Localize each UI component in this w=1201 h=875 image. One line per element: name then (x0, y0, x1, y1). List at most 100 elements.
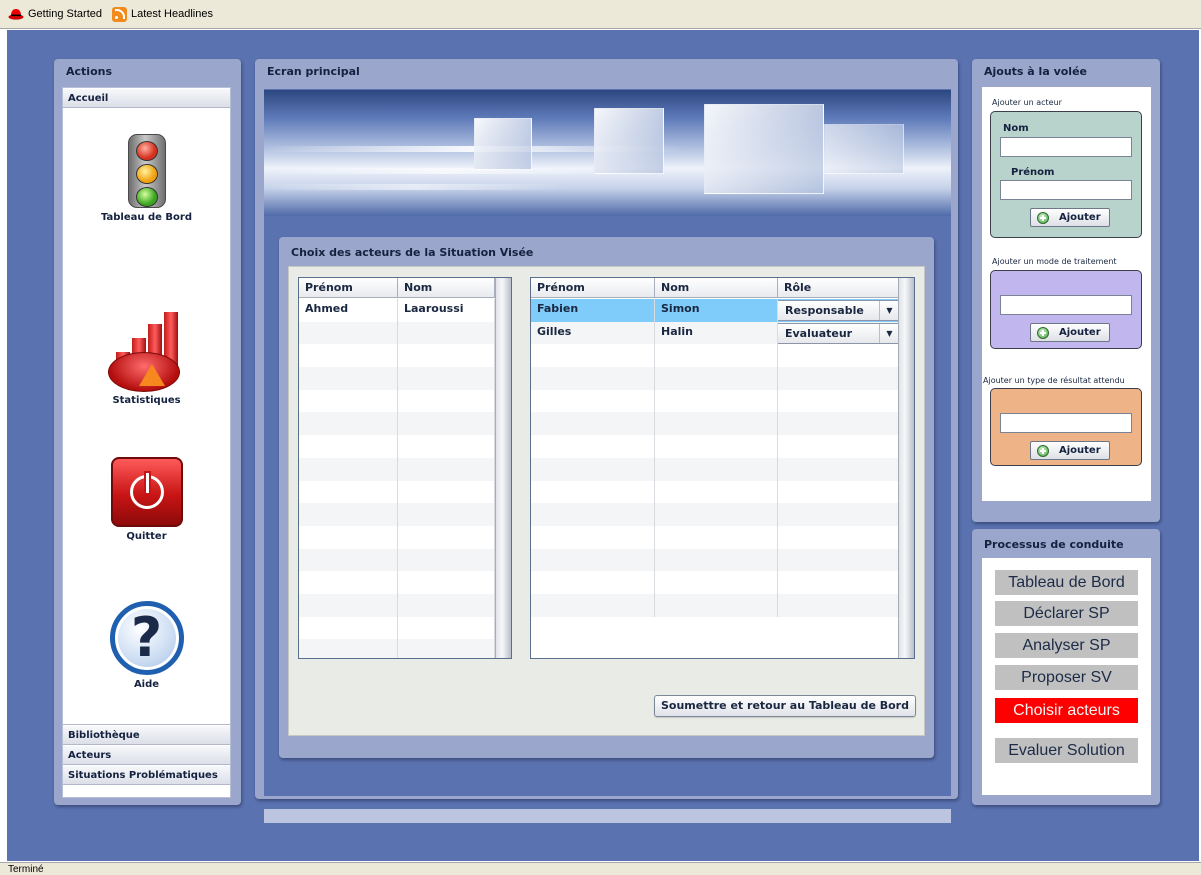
cell-prenom (299, 571, 398, 594)
treatment-input[interactable] (1000, 295, 1132, 315)
table-row[interactable] (299, 367, 511, 390)
process-step-choisir-acteurs[interactable]: Choisir acteurs (995, 698, 1138, 723)
action-tableau-de-bord[interactable]: Tableau de Bord (63, 134, 230, 223)
cell-prenom (299, 593, 398, 617)
available-actors-grid[interactable]: Prénom Nom Ahmed Laaroussi (298, 277, 512, 659)
action-label: Statistiques (112, 395, 181, 406)
add-treatment-button[interactable]: Ajouter (1030, 323, 1110, 342)
cell-prenom (531, 435, 655, 458)
table-row[interactable]: Fabien Simon Responsable ▼ (531, 299, 914, 322)
table-row[interactable] (531, 525, 914, 549)
column-header-prenom[interactable]: Prénom (531, 278, 655, 298)
add-actor-button[interactable]: Ajouter (1030, 208, 1110, 227)
cell-prenom (299, 548, 398, 572)
redhat-icon (8, 9, 24, 20)
process-step-analyser-sp[interactable]: Analyser SP (995, 633, 1138, 658)
process-step-d-clarer-sp[interactable]: Déclarer SP (995, 601, 1138, 626)
column-header-nom[interactable]: Nom (398, 278, 495, 298)
cell-nom: Simon (655, 299, 778, 322)
column-header-nom[interactable]: Nom (655, 278, 778, 298)
table-row[interactable] (531, 367, 914, 390)
table-row[interactable] (299, 435, 511, 458)
process-step-evaluer-solution[interactable]: Evaluer Solution (995, 738, 1138, 763)
table-row[interactable] (531, 548, 914, 572)
cell-nom (398, 389, 495, 413)
table-row[interactable] (299, 593, 511, 617)
banner-image (264, 90, 951, 216)
submit-return-button[interactable]: Soumettre et retour au Tableau de Bord (654, 695, 916, 717)
add-result-button[interactable]: Ajouter (1030, 441, 1110, 460)
cell-nom (398, 616, 495, 640)
column-header-role[interactable]: Rôle (778, 278, 900, 298)
cell-nom (655, 389, 778, 413)
cell-prenom (299, 435, 398, 458)
grid-scrollbar[interactable] (898, 278, 914, 658)
selected-actors-grid[interactable]: Prénom Nom Rôle Fabien Simon Responsable ▼ G… (530, 277, 915, 659)
table-row[interactable] (299, 344, 511, 368)
chevron-down-icon[interactable]: ▼ (879, 323, 899, 343)
table-row[interactable] (531, 389, 914, 413)
table-row[interactable] (299, 321, 511, 345)
bookmarks-toolbar: Getting Started Latest Headlines (0, 0, 1201, 29)
quick-add-title: Ajouts à la volée (984, 65, 1088, 78)
role-dropdown-value: Responsable (785, 304, 864, 317)
process-step-tableau-de-bord[interactable]: Tableau de Bord (995, 570, 1138, 595)
table-row[interactable] (531, 571, 914, 594)
cell-role (778, 525, 900, 549)
cell-prenom (299, 321, 398, 345)
table-row[interactable] (299, 571, 511, 594)
table-row[interactable] (299, 548, 511, 572)
result-input[interactable] (1000, 413, 1132, 433)
table-row[interactable] (531, 593, 914, 617)
accordion-header-accueil[interactable]: Accueil (63, 88, 230, 108)
cell-prenom (299, 389, 398, 413)
process-step-proposer-sv[interactable]: Proposer SV (995, 665, 1138, 690)
table-row[interactable] (531, 344, 914, 368)
table-row[interactable] (299, 503, 511, 526)
table-row[interactable] (531, 480, 914, 504)
table-row[interactable]: Ahmed Laaroussi (299, 299, 511, 322)
grid-scrollbar[interactable] (495, 278, 511, 658)
cell-nom (655, 593, 778, 617)
accordion-header-bibliotheque[interactable]: Bibliothèque (63, 725, 230, 745)
table-row[interactable]: Gilles Halin Evaluateur ▼ (531, 321, 914, 345)
bookmark-latest-headlines[interactable]: Latest Headlines (112, 6, 213, 22)
column-header-prenom[interactable]: Prénom (299, 278, 398, 298)
cell-nom (398, 525, 495, 549)
table-row[interactable] (299, 389, 511, 413)
table-row[interactable] (299, 525, 511, 549)
table-row[interactable] (531, 412, 914, 436)
chevron-down-icon[interactable]: ▼ (879, 301, 899, 320)
table-row[interactable] (299, 480, 511, 504)
nom-label: Nom (1003, 123, 1029, 134)
bookmark-getting-started[interactable]: Getting Started (8, 8, 102, 20)
action-quitter[interactable]: Quitter (63, 457, 230, 542)
table-row[interactable] (531, 435, 914, 458)
action-aide[interactable]: ? Aide (63, 601, 230, 690)
cell-nom (398, 639, 495, 658)
table-row[interactable] (299, 457, 511, 481)
nom-input[interactable] (1000, 137, 1132, 157)
table-row[interactable] (299, 639, 511, 658)
cell-nom (398, 480, 495, 504)
table-row[interactable] (299, 412, 511, 436)
add-treatment-caption: Ajouter un mode de traitement (992, 257, 1117, 266)
table-row[interactable] (531, 503, 914, 526)
role-dropdown[interactable]: Evaluateur ▼ (778, 322, 899, 344)
role-dropdown[interactable]: Responsable ▼ (778, 300, 899, 321)
cell-nom (398, 593, 495, 617)
cell-role (778, 593, 900, 617)
accordion-header-acteurs[interactable]: Acteurs (63, 745, 230, 765)
cell-nom (398, 344, 495, 368)
table-row[interactable] (299, 616, 511, 640)
action-statistiques[interactable]: Statistiques (63, 310, 230, 406)
cell-prenom (299, 412, 398, 436)
main-footer-strip (264, 809, 951, 823)
cell-role: Evaluateur ▼ (778, 321, 900, 345)
table-row[interactable] (531, 457, 914, 481)
role-dropdown-value: Evaluateur (785, 326, 853, 340)
prenom-input[interactable] (1000, 180, 1132, 200)
add-result-box: Ajouter (990, 388, 1142, 466)
accordion-header-situations-problematiques[interactable]: Situations Problématiques (63, 765, 230, 785)
add-button-label: Ajouter (1059, 445, 1101, 456)
